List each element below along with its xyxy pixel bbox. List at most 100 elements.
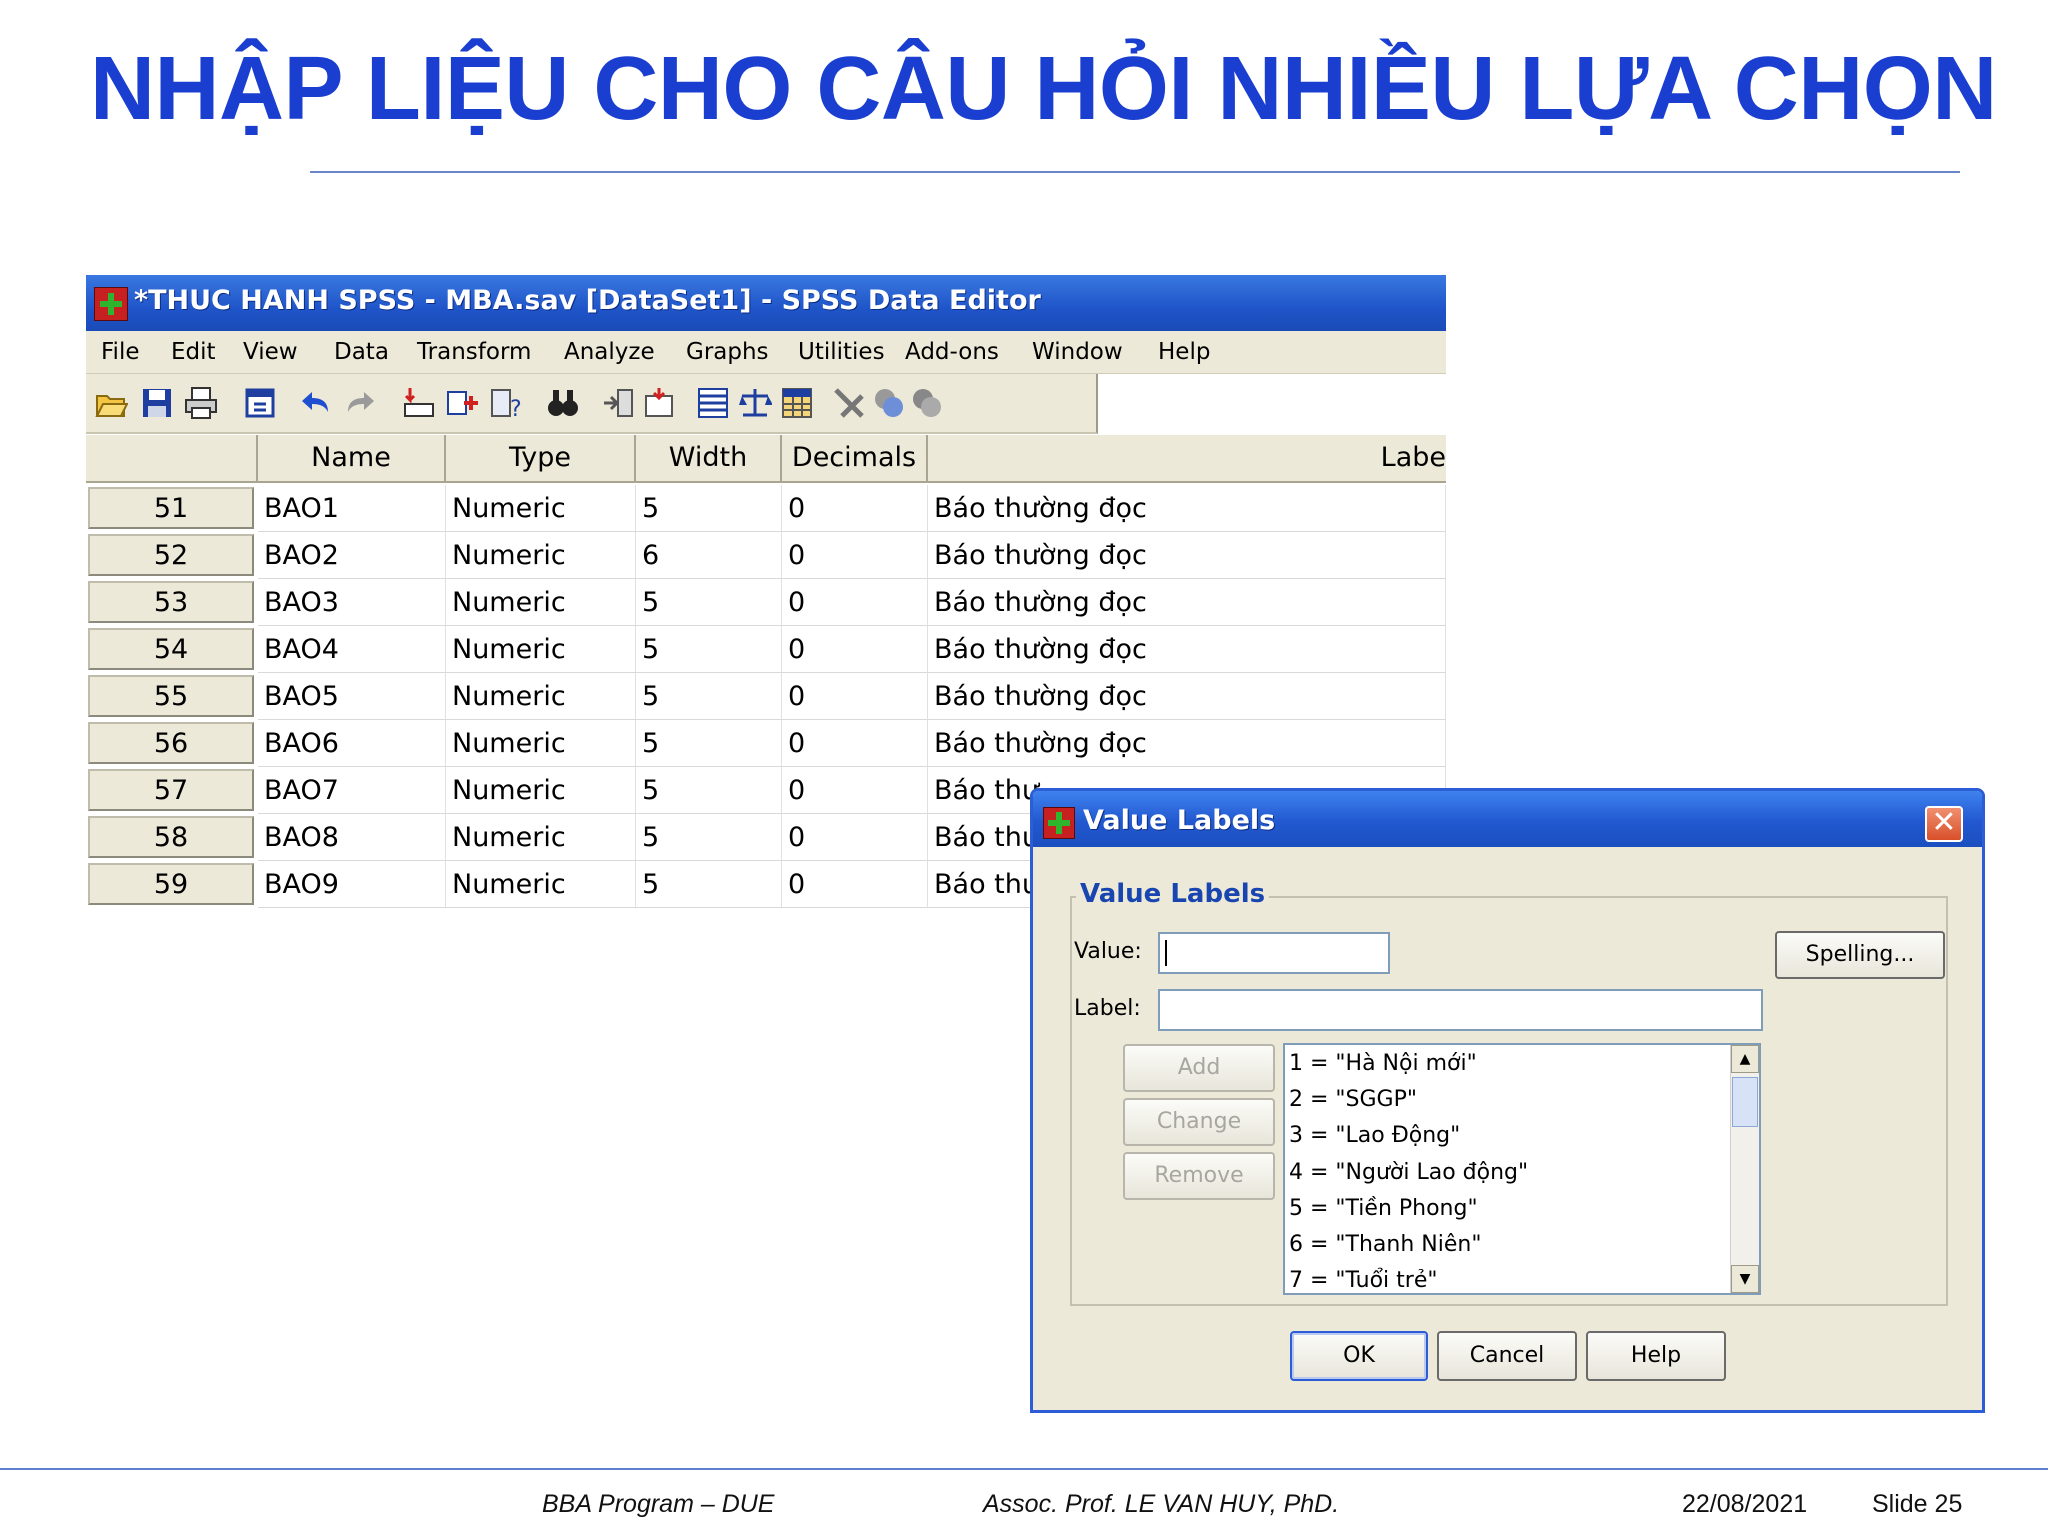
cell-name[interactable]: BAO3 [258, 579, 446, 626]
cell-width[interactable]: 5 [636, 626, 782, 673]
row-number[interactable]: 53 [88, 581, 254, 623]
value-labels-list[interactable]: 1 = "Hà Nội mới" 2 = "SGGP" 3 = "Lao Độn… [1283, 1043, 1761, 1295]
list-item[interactable]: 4 = "Người Lao động" [1289, 1160, 1528, 1185]
cell-name[interactable]: BAO4 [258, 626, 446, 673]
scroll-up-icon[interactable]: ▲ [1731, 1045, 1759, 1073]
print-icon[interactable] [184, 386, 218, 420]
cell-type[interactable]: Numeric [446, 673, 636, 720]
row-number[interactable]: 55 [88, 675, 254, 717]
cell-decimals[interactable]: 0 [782, 720, 928, 767]
scroll-thumb[interactable] [1732, 1077, 1758, 1127]
cell-decimals[interactable]: 0 [782, 626, 928, 673]
cell-name[interactable]: BAO9 [258, 861, 446, 908]
change-button[interactable]: Change [1123, 1098, 1275, 1146]
column-header-decimals[interactable]: Decimals [782, 435, 928, 483]
menu-utilities[interactable]: Utilities [798, 339, 885, 365]
spelling-button[interactable]: Spelling... [1775, 931, 1945, 979]
menu-help[interactable]: Help [1158, 339, 1210, 365]
open-icon[interactable] [94, 386, 128, 420]
cell-type[interactable]: Numeric [446, 861, 636, 908]
value-labels-icon[interactable] [780, 386, 814, 420]
cell-name[interactable]: BAO6 [258, 720, 446, 767]
goto-case-icon[interactable] [402, 386, 436, 420]
cancel-button[interactable]: Cancel [1437, 1331, 1577, 1381]
cell-name[interactable]: BAO7 [258, 767, 446, 814]
cell-decimals[interactable]: 0 [782, 767, 928, 814]
cell-decimals[interactable]: 0 [782, 673, 928, 720]
insert-variable-icon[interactable] [446, 386, 480, 420]
cell-width[interactable]: 5 [636, 814, 782, 861]
menu-file[interactable]: File [101, 339, 140, 365]
row-number[interactable]: 52 [88, 534, 254, 576]
save-icon[interactable] [140, 386, 174, 420]
cell-decimals[interactable]: 0 [782, 532, 928, 579]
cell-type[interactable]: Numeric [446, 532, 636, 579]
cell-type[interactable]: Numeric [446, 720, 636, 767]
cell-label[interactable]: Báo thường đọc [928, 626, 1446, 673]
row-number[interactable]: 51 [88, 487, 254, 529]
cell-decimals[interactable]: 0 [782, 861, 928, 908]
list-item[interactable]: 7 = "Tuổi trẻ" [1289, 1268, 1437, 1293]
cell-decimals[interactable]: 0 [782, 814, 928, 861]
menu-graphs[interactable]: Graphs [686, 339, 769, 365]
menu-analyze[interactable]: Analyze [564, 339, 655, 365]
value-input[interactable] [1158, 932, 1390, 974]
cell-width[interactable]: 5 [636, 485, 782, 532]
find-icon[interactable] [546, 386, 580, 420]
menu-transform[interactable]: Transform [417, 339, 531, 365]
cell-name[interactable]: BAO2 [258, 532, 446, 579]
remove-button[interactable]: Remove [1123, 1152, 1275, 1200]
variable-sets-icon[interactable] [910, 386, 944, 420]
cell-name[interactable]: BAO8 [258, 814, 446, 861]
cell-type[interactable]: Numeric [446, 485, 636, 532]
cell-width[interactable]: 5 [636, 673, 782, 720]
dialog-recall-icon[interactable] [244, 386, 278, 420]
row-number[interactable]: 56 [88, 722, 254, 764]
cell-width[interactable]: 6 [636, 532, 782, 579]
column-header-width[interactable]: Width [636, 435, 782, 483]
cell-type[interactable]: Numeric [446, 626, 636, 673]
menu-edit[interactable]: Edit [171, 339, 216, 365]
cell-type[interactable]: Numeric [446, 579, 636, 626]
add-button[interactable]: Add [1123, 1044, 1275, 1092]
row-number[interactable]: 57 [88, 769, 254, 811]
list-item[interactable]: 6 = "Thanh Niên" [1289, 1232, 1481, 1257]
label-input[interactable] [1158, 989, 1763, 1031]
cell-name[interactable]: BAO1 [258, 485, 446, 532]
cell-decimals[interactable]: 0 [782, 485, 928, 532]
redo-icon[interactable] [342, 386, 376, 420]
menu-view[interactable]: View [243, 339, 298, 365]
cell-type[interactable]: Numeric [446, 767, 636, 814]
list-item[interactable]: 3 = "Lao Động" [1289, 1123, 1460, 1148]
cell-type[interactable]: Numeric [446, 814, 636, 861]
list-item[interactable]: 2 = "SGGP" [1289, 1087, 1417, 1112]
help-button[interactable]: Help [1586, 1331, 1726, 1381]
cell-name[interactable]: BAO5 [258, 673, 446, 720]
weight-cases-icon[interactable] [696, 386, 730, 420]
row-number[interactable]: 54 [88, 628, 254, 670]
menu-window[interactable]: Window [1032, 339, 1123, 365]
scroll-down-icon[interactable]: ▼ [1731, 1265, 1759, 1293]
cell-label[interactable]: Báo thường đọc [928, 485, 1446, 532]
cell-label[interactable]: Báo thường đọc [928, 720, 1446, 767]
variables-icon[interactable]: ? [490, 386, 524, 420]
menu-data[interactable]: Data [334, 339, 389, 365]
list-scrollbar[interactable]: ▲ ▼ [1730, 1045, 1759, 1293]
list-item[interactable]: 1 = "Hà Nội mới" [1289, 1051, 1477, 1076]
cell-label[interactable]: Báo thường đọc [928, 673, 1446, 720]
use-sets-icon[interactable] [832, 386, 866, 420]
column-header-name[interactable]: Name [258, 435, 446, 483]
split-file-icon[interactable] [642, 386, 676, 420]
cell-width[interactable]: 5 [636, 861, 782, 908]
row-number[interactable]: 58 [88, 816, 254, 858]
select-cases-icon[interactable] [738, 386, 772, 420]
menu-add-ons[interactable]: Add-ons [905, 339, 999, 365]
show-all-icon[interactable] [872, 386, 906, 420]
ok-button[interactable]: OK [1290, 1331, 1428, 1381]
cell-decimals[interactable]: 0 [782, 579, 928, 626]
insert-cases-icon[interactable] [602, 386, 636, 420]
undo-icon[interactable] [300, 386, 334, 420]
column-header-type[interactable]: Type [446, 435, 636, 483]
cell-width[interactable]: 5 [636, 767, 782, 814]
cell-width[interactable]: 5 [636, 579, 782, 626]
